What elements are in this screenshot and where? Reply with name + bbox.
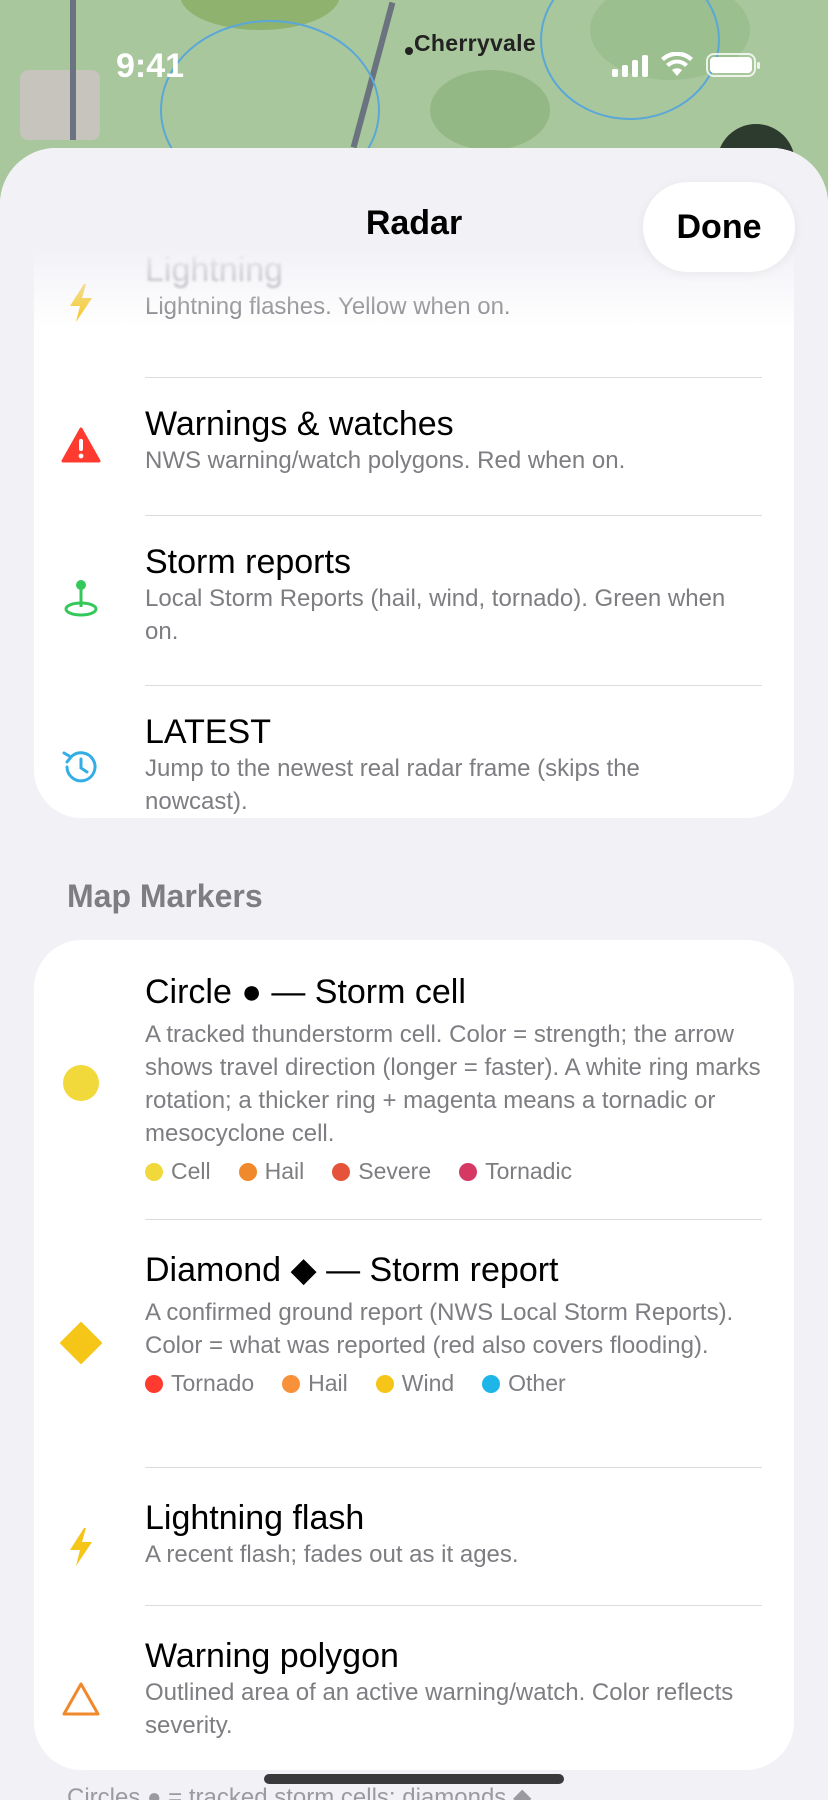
- marker-desc: A tracked thunderstorm cell. Color = str…: [145, 1021, 761, 1147]
- marker-title: Circle ● — Storm cell: [145, 973, 466, 1011]
- marker-desc: Outlined area of an active warning/watch…: [145, 1679, 734, 1739]
- wifi-icon: [661, 52, 693, 76]
- layer-title: Storm reports: [145, 543, 351, 581]
- marker-row-lightning-flash: Lightning flash A recent flash; fades ou…: [34, 1468, 794, 1606]
- legend-item: Tornadic: [459, 1158, 572, 1185]
- legend-item: Severe: [332, 1158, 431, 1185]
- layer-desc: Jump to the newest real radar frame (ski…: [145, 755, 640, 815]
- section-header-map-markers: Map Markers: [67, 878, 263, 914]
- orange-triangle-outline-icon: [60, 1678, 102, 1720]
- map-road: [70, 0, 76, 140]
- yellow-circle-icon: [60, 1062, 102, 1104]
- storm-report-legend: Tornado Hail Wind Other: [145, 1370, 762, 1397]
- legend-item: Wind: [375, 1370, 455, 1397]
- map-terrain: [430, 70, 550, 150]
- legend-dot: [375, 1374, 394, 1393]
- legend-dot: [145, 1374, 163, 1393]
- layer-title: LATEST: [145, 713, 271, 751]
- legend-item: Hail: [238, 1158, 305, 1185]
- layer-desc: Local Storm Reports (hail, wind, tornado…: [145, 585, 726, 645]
- legend-label: Severe: [358, 1158, 432, 1184]
- battery-icon: [706, 53, 760, 77]
- legend-dot: [459, 1162, 478, 1181]
- legend-dot: [332, 1162, 351, 1181]
- status-time: 9:41: [116, 47, 185, 85]
- legend-label: Tornado: [171, 1370, 255, 1396]
- status-icons: [612, 52, 760, 78]
- marker-row-storm-cell: Circle ● — Storm cell A tracked thunders…: [34, 940, 794, 1220]
- city-label: Cherryvale: [414, 30, 536, 56]
- marker-title: Diamond ◆ — Storm report: [145, 1251, 559, 1289]
- legend-item: Hail: [282, 1370, 348, 1397]
- legend-label: Hail: [264, 1158, 305, 1184]
- clock-history-icon: [60, 746, 102, 788]
- legend-label: Wind: [401, 1370, 455, 1396]
- marker-title: Warning polygon: [145, 1637, 399, 1675]
- legend-label: Hail: [308, 1370, 348, 1396]
- marker-desc: A confirmed ground report (NWS Local Sto…: [145, 1299, 734, 1359]
- marker-title: Lightning flash: [145, 1499, 365, 1537]
- legend-item: Other: [482, 1370, 566, 1397]
- lightning-icon: [60, 282, 102, 324]
- layer-row-warnings[interactable]: Warnings & watches NWS warning/watch pol…: [34, 378, 794, 516]
- legend-label: Cell: [171, 1158, 211, 1184]
- map-pin-icon: [60, 576, 102, 618]
- layer-row-latest[interactable]: LATEST Jump to the newest real radar fra…: [34, 686, 794, 818]
- city-marker: [405, 47, 413, 55]
- marker-row-storm-report: Diamond ◆ — Storm report A confirmed gro…: [34, 1220, 794, 1468]
- layer-desc: NWS warning/watch polygons. Red when on.: [145, 447, 626, 474]
- done-button[interactable]: Done: [643, 182, 795, 272]
- footer-note: Circles ● = tracked storm cells; diamond…: [67, 1784, 532, 1800]
- yellow-diamond-icon: [60, 1322, 102, 1364]
- home-indicator[interactable]: [264, 1774, 564, 1784]
- legend-dot: [482, 1374, 501, 1393]
- blurred-prev-row-desc: Tracked cells + storm arrows. Yellow whe…: [145, 148, 637, 165]
- layer-title: Warnings & watches: [145, 405, 454, 443]
- map-urban-area: [20, 70, 100, 140]
- legend-label: Other: [508, 1370, 566, 1396]
- legend-dot: [145, 1162, 163, 1181]
- storm-cell-legend: Cell Hail Severe Tornadic: [145, 1158, 762, 1185]
- map-markers-card: Circle ● — Storm cell A tracked thunders…: [34, 940, 794, 1770]
- legend-item: Cell: [145, 1158, 211, 1185]
- marker-desc: A recent flash; fades out as it ages.: [145, 1541, 519, 1568]
- cellular-signal-icon: [612, 53, 648, 77]
- warning-triangle-icon: [60, 424, 102, 466]
- legend-item: Tornado: [145, 1370, 254, 1397]
- layer-row-storm-reports[interactable]: Storm reports Local Storm Reports (hail,…: [34, 516, 794, 686]
- radar-sheet: Radar Done Tracked cells + storm arrows.…: [0, 148, 828, 1800]
- legend-label: Tornadic: [485, 1158, 573, 1184]
- legend-dot: [238, 1162, 257, 1181]
- lightning-icon: [60, 1526, 102, 1568]
- layer-desc: Lightning flashes. Yellow when on.: [145, 293, 511, 320]
- legend-dot: [282, 1374, 301, 1393]
- marker-row-warning-polygon: Warning polygon Outlined area of an acti…: [34, 1606, 794, 1770]
